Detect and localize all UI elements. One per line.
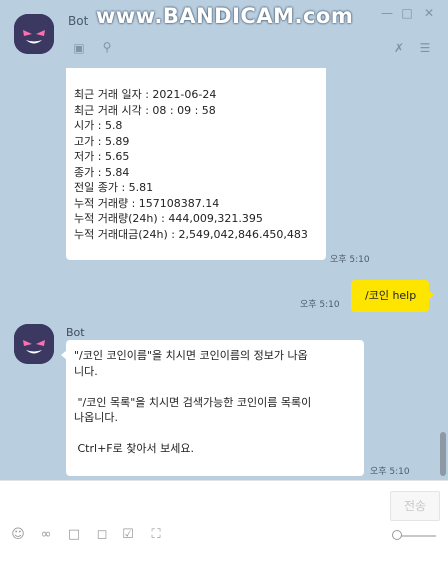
send-button[interactable]: 전송: [390, 491, 440, 521]
price-line: 누적 거래대금(24h) : 2,549,042,846.450,483: [74, 227, 308, 241]
maximize-icon[interactable]: □: [400, 6, 414, 20]
my-message-bubble: /코인 help: [351, 280, 434, 312]
bot-avatar[interactable]: [14, 14, 54, 54]
emoji-icon[interactable]: ☺: [10, 527, 26, 543]
attach-icon[interactable]: ∞: [38, 527, 54, 543]
watermark: www.BANDICAM.com: [96, 4, 354, 28]
close-icon[interactable]: ✕: [422, 6, 436, 20]
chat-title: Bot: [68, 14, 89, 28]
message-input-area[interactable]: 전송 ☺ ∞ □ ◻ ☑ ⛶: [0, 480, 448, 584]
message-time: 오후 5:10: [370, 467, 410, 477]
price-line: 고가 : 5.89: [74, 134, 130, 148]
help-line: "/코인 목록"을 치시면 검색가능한 코인이름 목록이: [74, 395, 312, 409]
price-line: 최근 거래 일자 : 2021-06-24: [74, 88, 217, 101]
scrollbar-thumb[interactable]: [440, 432, 446, 476]
chat-area[interactable]: 최근 거래 일자 : 2021-06-24 최근 거래 시각 : 08 : 09…: [0, 68, 448, 480]
scrollbar[interactable]: [438, 68, 448, 480]
help-message-bubble: "/코인 코인이름"을 치시면 코인이름의 정보가 나옵 니다. "/코인 목록…: [61, 340, 364, 476]
price-line: 전일 종가 : 5.81: [74, 181, 154, 194]
message-time: 오후 5:10: [300, 300, 340, 310]
ghost-face-icon: [14, 14, 54, 54]
price-line: 누적 거래량 : 157108387.14: [74, 196, 220, 210]
help-line: [74, 379, 364, 395]
capture-icon[interactable]: ⛶: [148, 527, 164, 543]
price-line: 최근 거래 시각 : 08 : 09 : 58: [74, 103, 216, 117]
price-line: 시가 : 5.8: [74, 119, 123, 132]
help-line: 나옵니다.: [74, 411, 118, 424]
mute-icon[interactable]: ✗: [392, 41, 406, 55]
search-icon[interactable]: ⚲: [100, 40, 114, 54]
bot-avatar[interactable]: [14, 324, 54, 364]
calendar-icon[interactable]: ☑: [120, 527, 136, 543]
ghost-face-icon: [14, 324, 54, 364]
opacity-slider[interactable]: [396, 535, 436, 537]
message-time: 오후 5:10: [330, 255, 370, 265]
help-line: [74, 426, 364, 442]
price-line: 종가 : 5.84: [74, 165, 130, 179]
chat-icon[interactable]: ◻: [94, 527, 110, 543]
minimize-icon[interactable]: —: [380, 6, 394, 20]
help-line: "/코인 코인이름"을 치시면 코인이름의 정보가 나옵: [74, 349, 308, 362]
menu-icon[interactable]: ☰: [418, 41, 432, 55]
drawer-icon[interactable]: ▣: [72, 41, 86, 55]
help-line: 니다.: [74, 364, 98, 378]
price-info-bubble: 최근 거래 일자 : 2021-06-24 최근 거래 시각 : 08 : 09…: [66, 68, 326, 260]
document-icon[interactable]: □: [66, 527, 82, 543]
help-line: Ctrl+F로 찾아서 보세요.: [74, 442, 194, 455]
price-line: 누적 거래량(24h) : 444,009,321.395: [74, 212, 263, 225]
slider-handle[interactable]: [392, 530, 402, 540]
my-message-text: /코인 help: [365, 289, 417, 302]
price-line: 저가 : 5.65: [74, 150, 130, 163]
sender-name: Bot: [66, 326, 85, 339]
